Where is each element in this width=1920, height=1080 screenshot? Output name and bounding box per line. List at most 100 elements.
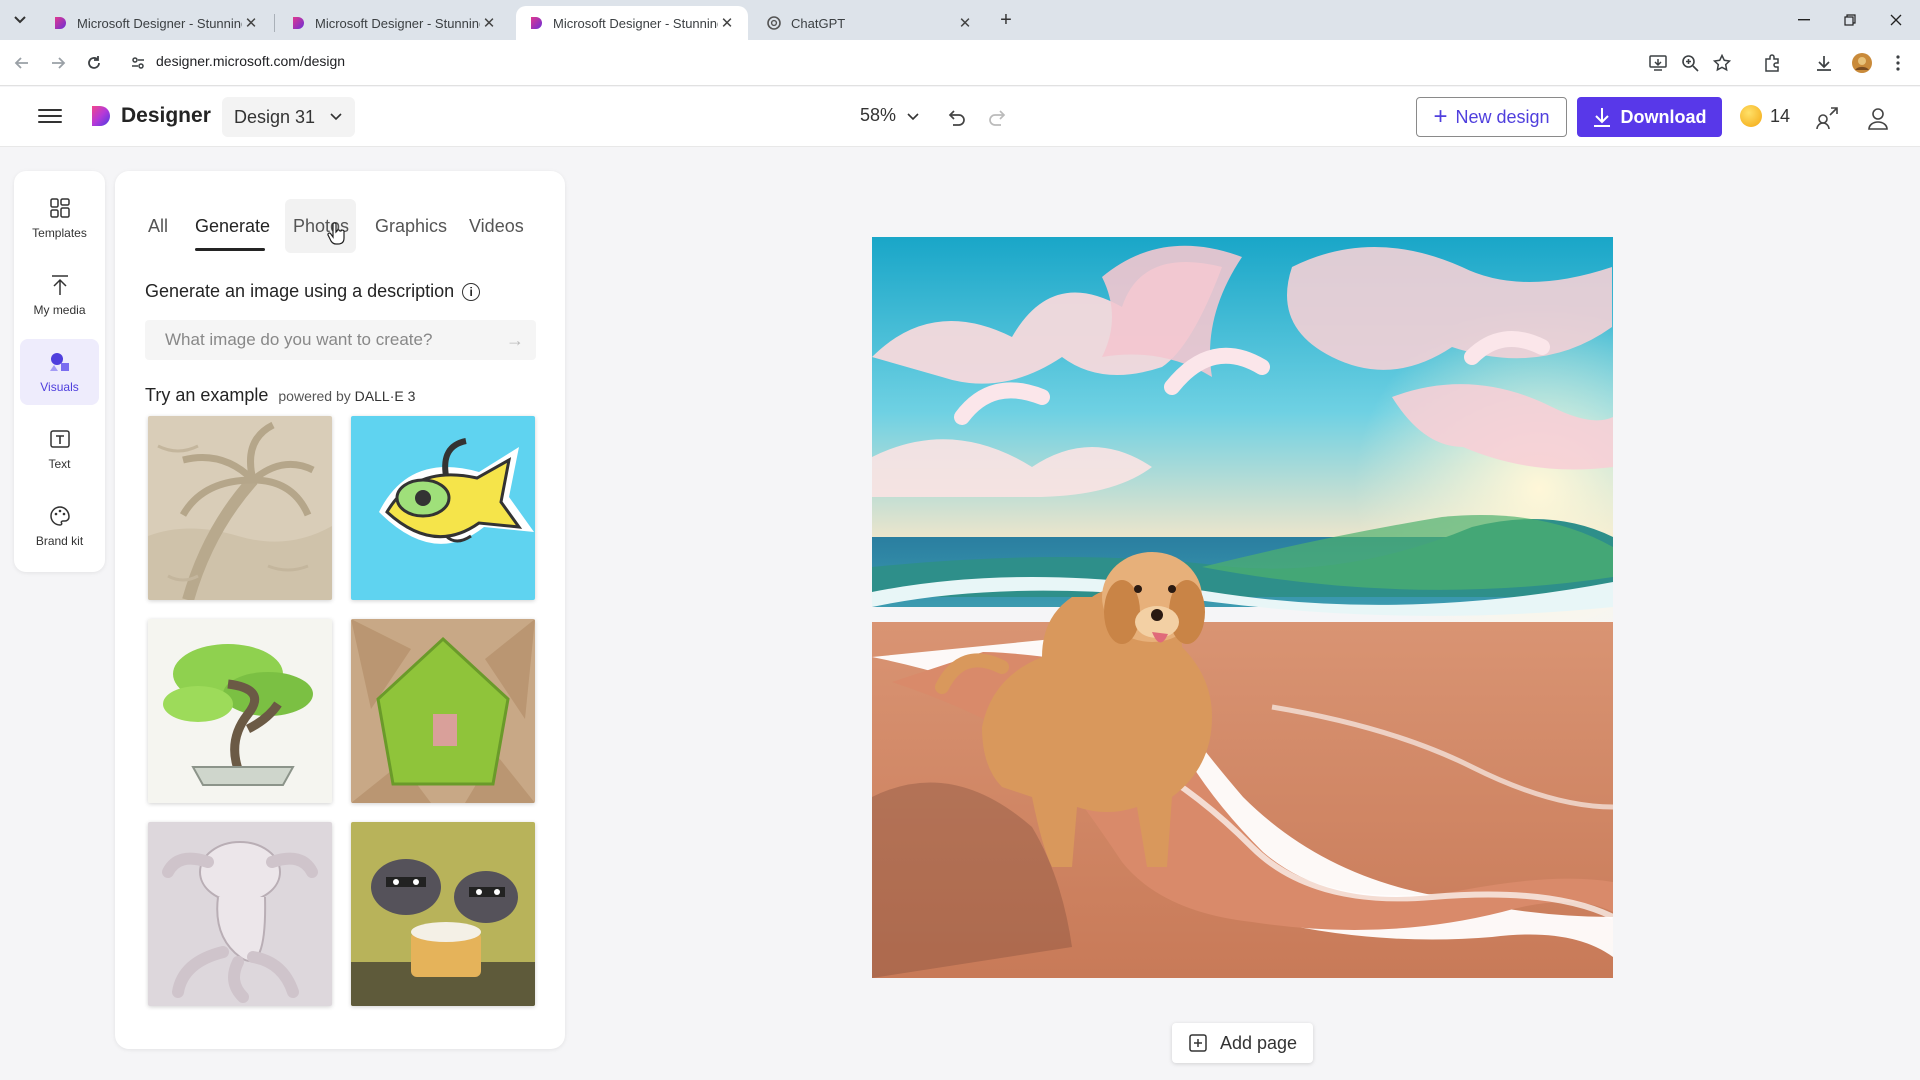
brand-name: Designer: [121, 104, 211, 127]
powered-by-text: powered by: [278, 388, 351, 404]
browser-tab-1[interactable]: Microsoft Designer - Stunning ✕: [40, 6, 272, 40]
close-tab-icon[interactable]: ✕: [718, 14, 736, 32]
rail-label: Text: [48, 457, 71, 471]
dog-on-beach-image: [872, 237, 1613, 978]
fish-sticker-image: [351, 416, 535, 600]
hand-cursor-icon: [327, 222, 345, 245]
bonsai-image: [148, 619, 332, 803]
rail-item-templates[interactable]: Templates: [20, 185, 99, 251]
tab-title: ChatGPT: [791, 15, 846, 31]
leaf-house-image: [351, 619, 535, 803]
octopus-image: [148, 822, 332, 1006]
model-name: DALL·E 3: [354, 388, 416, 404]
install-app-icon[interactable]: [1646, 51, 1670, 75]
tab-videos[interactable]: Videos: [469, 216, 524, 237]
rail-item-brand-kit[interactable]: Brand kit: [20, 493, 99, 559]
restore-window-icon[interactable]: [1830, 6, 1870, 34]
site-info-icon[interactable]: [126, 51, 150, 75]
reload-icon[interactable]: [82, 51, 106, 75]
app-header: Designer Design 31 58% + New design Down…: [0, 87, 1920, 147]
hamburger-menu-icon[interactable]: [38, 105, 62, 129]
try-example-heading: Try an example powered by DALL·E 3: [145, 385, 415, 406]
rail-item-text[interactable]: Text: [20, 416, 99, 482]
tab-title: Microsoft Designer - Stunning: [315, 15, 480, 31]
submit-arrow-icon[interactable]: →: [506, 330, 524, 351]
design-name-dropdown[interactable]: Design 31: [222, 97, 355, 137]
new-design-label: New design: [1455, 106, 1550, 127]
example-fish-goggles[interactable]: [351, 416, 535, 600]
rail-item-my-media[interactable]: My media: [20, 262, 99, 328]
zoom-icon[interactable]: [1678, 51, 1702, 75]
rail-label: Templates: [32, 226, 87, 240]
example-raccoons-cake[interactable]: [351, 822, 535, 1006]
add-page-label: Add page: [1219, 1032, 1298, 1053]
active-tab-underline: [195, 248, 265, 251]
close-tab-icon[interactable]: ✕: [956, 14, 974, 32]
tab-search-chevron-icon[interactable]: [8, 8, 32, 32]
undo-icon[interactable]: [944, 106, 966, 128]
plus-icon: +: [1433, 103, 1448, 130]
tab-all[interactable]: All: [148, 216, 168, 237]
designer-favicon-icon: [293, 17, 304, 29]
designer-favicon-icon: [531, 17, 542, 29]
forward-arrow-icon[interactable]: [46, 51, 70, 75]
browser-tab-2[interactable]: Microsoft Designer - Stunning ✕: [278, 6, 510, 40]
tab-title: Microsoft Designer - Stunning: [553, 15, 718, 31]
tab-generate[interactable]: Generate: [195, 216, 270, 237]
account-icon[interactable]: [1865, 105, 1891, 131]
back-arrow-icon[interactable]: [10, 51, 34, 75]
tab-divider: [274, 14, 275, 32]
visuals-panel: All Generate Photos Graphics Videos Gene…: [115, 171, 565, 1049]
redo-icon[interactable]: [988, 106, 1010, 128]
design-canvas[interactable]: [872, 237, 1613, 978]
example-sand-palm-tree[interactable]: [148, 416, 332, 600]
chevron-down-icon: [907, 112, 919, 120]
browser-menu-icon[interactable]: [1886, 51, 1910, 75]
close-tab-icon[interactable]: ✕: [242, 14, 260, 32]
minimize-window-icon[interactable]: [1784, 6, 1824, 34]
text-icon: [49, 430, 70, 448]
add-page-button[interactable]: Add page: [1172, 1023, 1313, 1063]
rail-label: My media: [33, 303, 86, 317]
share-icon[interactable]: [1814, 105, 1840, 131]
profile-avatar-icon[interactable]: [1850, 51, 1874, 75]
prompt-input[interactable]: What image do you want to create? →: [145, 320, 536, 360]
new-tab-button[interactable]: +: [994, 8, 1018, 32]
credit-count: 14: [1770, 105, 1791, 126]
zoom-dropdown[interactable]: 58%: [860, 105, 920, 126]
palette-icon: [49, 506, 70, 526]
info-icon[interactable]: i: [462, 282, 481, 301]
download-icon: [1593, 108, 1610, 127]
upload-icon: [51, 275, 68, 295]
try-example-label: Try an example: [145, 385, 269, 405]
close-window-icon[interactable]: [1876, 6, 1916, 34]
example-bonsai-tree[interactable]: [148, 619, 332, 803]
download-label: Download: [1620, 106, 1707, 127]
downloads-icon[interactable]: [1812, 51, 1836, 75]
designer-logo-icon: [92, 106, 110, 126]
bookmark-star-icon[interactable]: [1710, 51, 1734, 75]
extensions-icon[interactable]: [1760, 51, 1784, 75]
generate-heading: Generate an image using a description i: [145, 281, 481, 302]
download-button[interactable]: Download: [1577, 97, 1722, 137]
visuals-icon: [49, 353, 69, 371]
browser-tab-3-active[interactable]: Microsoft Designer - Stunning ✕: [516, 6, 748, 40]
left-nav-rail: Templates My media Visuals Text Brand ki…: [14, 171, 105, 572]
url-text[interactable]: designer.microsoft.com/design: [156, 53, 345, 69]
rail-item-visuals[interactable]: Visuals: [20, 339, 99, 405]
close-tab-icon[interactable]: ✕: [480, 14, 498, 32]
templates-icon: [49, 198, 70, 218]
new-design-button[interactable]: + New design: [1416, 97, 1567, 137]
chevron-down-icon: [330, 113, 342, 121]
chatgpt-favicon-icon: [767, 16, 781, 30]
boost-credits[interactable]: 14: [1740, 105, 1790, 127]
example-leaf-house[interactable]: [351, 619, 535, 803]
browser-tab-4[interactable]: ChatGPT ✕: [754, 6, 986, 40]
tab-graphics[interactable]: Graphics: [375, 216, 447, 237]
url-bar[interactable]: [124, 45, 1684, 81]
browser-address-bar: designer.microsoft.com/design: [0, 40, 1920, 86]
example-octopus-sculpture[interactable]: [148, 822, 332, 1006]
tab-title: Microsoft Designer - Stunning: [77, 15, 242, 31]
design-name: Design 31: [234, 106, 316, 127]
powered-by-label: powered by DALL·E 3: [278, 388, 415, 404]
